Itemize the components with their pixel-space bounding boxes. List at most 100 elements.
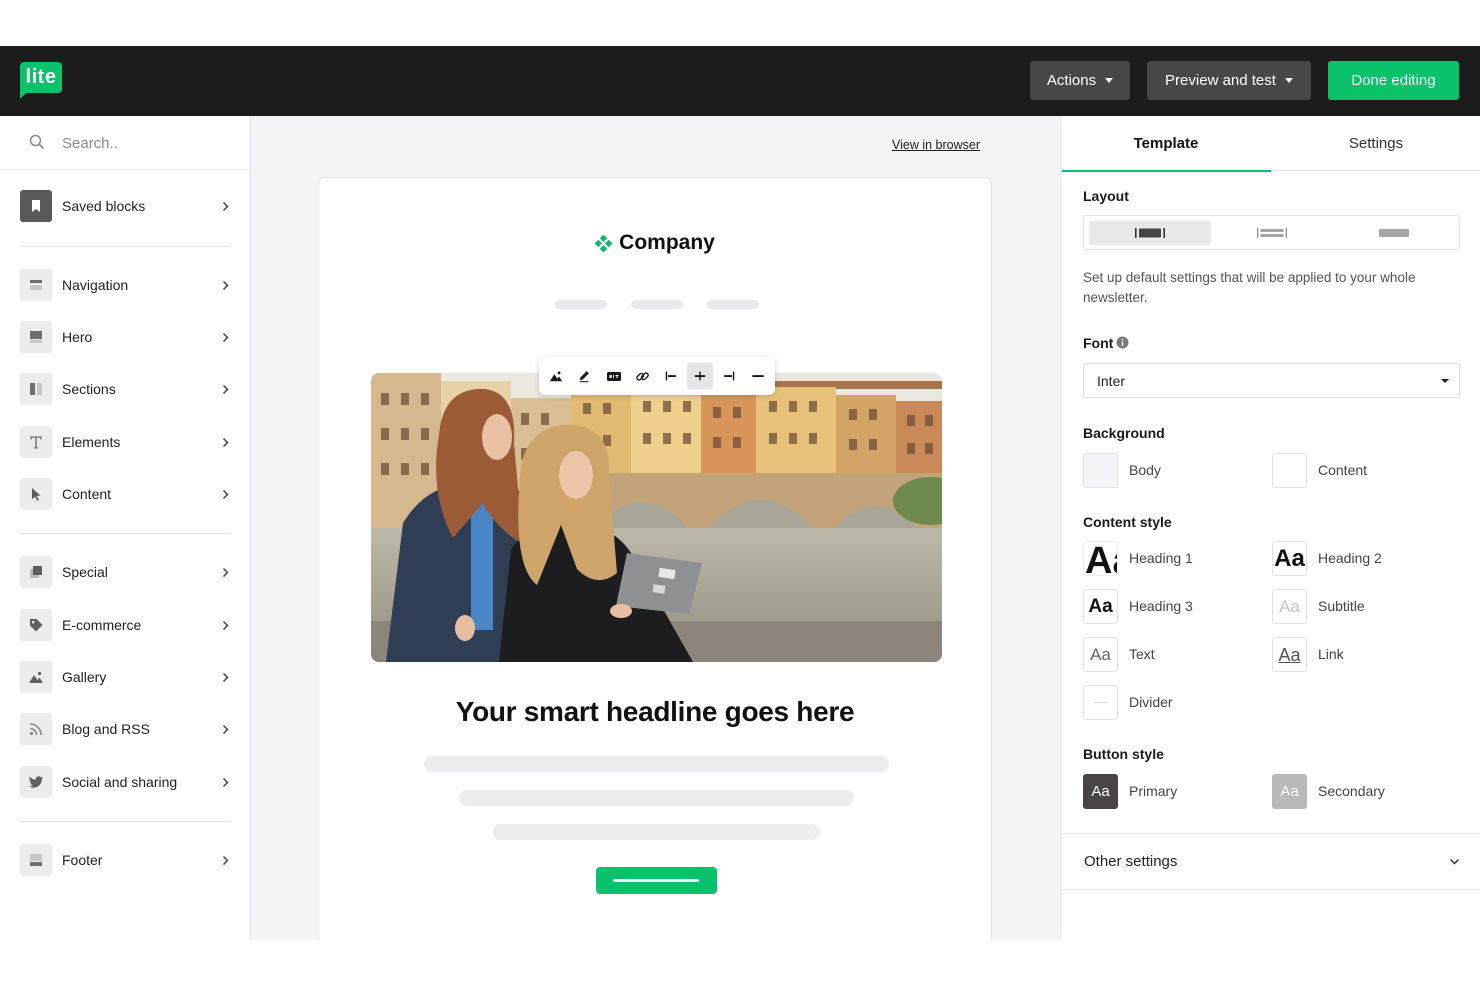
navigation-block-icon xyxy=(20,269,52,301)
heading-2-style-swatch[interactable]: Aa xyxy=(1272,541,1307,576)
nav-placeholder[interactable] xyxy=(707,300,759,309)
sidebar-item-label: Content xyxy=(62,486,112,502)
sidebar-item-content[interactable]: Content xyxy=(0,474,250,514)
link-style-swatch[interactable]: Aa xyxy=(1272,637,1307,672)
button-text-placeholder xyxy=(613,879,699,882)
hero-photo xyxy=(371,373,942,662)
other-settings-accordion[interactable]: Other settings xyxy=(1061,834,1480,889)
align-center-icon[interactable] xyxy=(687,363,713,389)
email-headline[interactable]: Your smart headline goes here xyxy=(319,693,991,731)
secondary-button-swatch[interactable]: Aa xyxy=(1272,774,1307,809)
chevron-right-icon xyxy=(222,437,229,448)
layers-icon xyxy=(20,556,52,588)
alt-text-icon[interactable] xyxy=(601,363,627,389)
sidebar-item-hero[interactable]: Hero xyxy=(0,317,250,357)
content-style-label: Content style xyxy=(1083,514,1172,530)
company-logo-icon xyxy=(595,234,613,252)
actions-button[interactable]: Actions xyxy=(1030,61,1130,100)
sidebar-item-social-and-sharing[interactable]: Social and sharing xyxy=(0,762,250,802)
sidebar-item-navigation[interactable]: Navigation xyxy=(0,265,250,305)
heading-3-label: Heading 3 xyxy=(1129,598,1193,614)
text-placeholder-line[interactable] xyxy=(459,790,854,806)
preview-and-test-button[interactable]: Preview and test xyxy=(1147,61,1311,100)
chevron-down-icon xyxy=(1449,858,1460,865)
company-logo-block[interactable]: Company xyxy=(319,229,991,257)
sidebar-divider xyxy=(20,246,230,247)
layout-wide-icon[interactable] xyxy=(1333,221,1455,245)
sidebar-item-sections[interactable]: Sections xyxy=(0,369,250,409)
heading-2-label: Heading 2 xyxy=(1318,550,1382,566)
footer-block-icon xyxy=(20,844,52,876)
company-name: Company xyxy=(619,231,715,254)
hero-block-icon xyxy=(20,321,52,353)
chevron-right-icon xyxy=(222,724,229,735)
template-description: Set up default settings that will be app… xyxy=(1083,270,1416,305)
text-placeholder-line[interactable] xyxy=(493,824,820,840)
image-icon xyxy=(20,661,52,693)
caret-down-icon xyxy=(1105,78,1114,83)
pencil-icon[interactable] xyxy=(571,363,597,389)
sidebar-item-gallery[interactable]: Gallery xyxy=(0,657,250,697)
tab-template[interactable]: Template xyxy=(1061,116,1271,172)
chevron-right-icon xyxy=(222,567,229,578)
divider-style-swatch[interactable] xyxy=(1083,685,1118,720)
hero-image[interactable] xyxy=(371,373,942,662)
heading-3-sample: Aa xyxy=(1088,596,1113,617)
subtitle-style-swatch[interactable]: Aa xyxy=(1272,589,1307,624)
link-icon[interactable] xyxy=(629,363,655,389)
sidebar-item-e-commerce[interactable]: E-commerce xyxy=(0,605,250,645)
email-cta-button[interactable] xyxy=(596,867,717,894)
done-editing-button[interactable]: Done editing xyxy=(1328,61,1459,100)
tag-icon xyxy=(20,609,52,641)
heading-3-style-swatch[interactable]: Aa xyxy=(1083,589,1118,624)
chevron-right-icon xyxy=(222,777,229,788)
sidebar-divider xyxy=(20,821,230,822)
sidebar-item-label: Saved blocks xyxy=(62,198,146,214)
subtitle-label: Subtitle xyxy=(1318,598,1365,614)
sidebar-divider xyxy=(20,533,230,534)
align-right-icon[interactable] xyxy=(716,363,742,389)
sidebar-item-footer[interactable]: Footer xyxy=(0,840,250,880)
nav-placeholder[interactable] xyxy=(555,300,607,309)
button-style-label: Button style xyxy=(1083,746,1164,762)
align-left-icon[interactable] xyxy=(658,363,684,389)
search-input[interactable] xyxy=(62,131,232,155)
sidebar-item-label: Elements xyxy=(62,434,121,450)
primary-button-swatch[interactable]: Aa xyxy=(1083,774,1118,809)
logo[interactable]: lite xyxy=(20,62,62,93)
chevron-right-icon xyxy=(222,384,229,395)
divider-sample xyxy=(1093,702,1108,703)
sidebar-item-elements[interactable]: Elements xyxy=(0,422,250,462)
sidebar-item-special[interactable]: Special xyxy=(0,552,250,592)
layout-narrow-icon[interactable] xyxy=(1089,221,1211,245)
content-background-swatch[interactable] xyxy=(1272,453,1307,488)
bookmark-icon xyxy=(20,190,52,222)
sidebar-item-label: Sections xyxy=(62,381,116,397)
tab-settings[interactable]: Settings xyxy=(1271,116,1480,171)
full-width-icon[interactable] xyxy=(745,363,771,389)
text-style-swatch[interactable]: Aa xyxy=(1083,637,1118,672)
primary-button-label: Primary xyxy=(1129,783,1178,799)
view-in-browser-link[interactable]: View in browser xyxy=(892,138,980,152)
body-background-swatch[interactable] xyxy=(1083,453,1118,488)
panel-divider xyxy=(1061,889,1480,890)
text-placeholder-line[interactable] xyxy=(424,756,889,772)
subtitle-sample: Aa xyxy=(1279,597,1300,616)
chevron-right-icon xyxy=(222,672,229,683)
text-label: Text xyxy=(1129,646,1155,662)
font-select[interactable]: Inter xyxy=(1083,363,1460,398)
text-icon xyxy=(20,426,52,458)
sidebar-item-blog-and-rss[interactable]: Blog and RSS xyxy=(0,709,250,749)
nav-placeholder[interactable] xyxy=(631,300,683,309)
content-background-label: Content xyxy=(1318,462,1368,478)
caret-down-icon xyxy=(1284,78,1293,83)
sidebar-item-label: Blog and RSS xyxy=(62,721,150,737)
layout-medium-icon[interactable] xyxy=(1211,221,1333,245)
heading-1-sample: Aa xyxy=(1085,541,1117,576)
sidebar-item-saved-blocks[interactable]: Saved blocks xyxy=(0,186,250,226)
image-icon[interactable] xyxy=(543,363,569,389)
font-select-value: Inter xyxy=(1097,373,1126,389)
heading-1-style-swatch[interactable]: Aa xyxy=(1083,541,1118,576)
primary-button-sample: Aa xyxy=(1091,783,1110,800)
info-icon[interactable] xyxy=(1116,336,1129,349)
